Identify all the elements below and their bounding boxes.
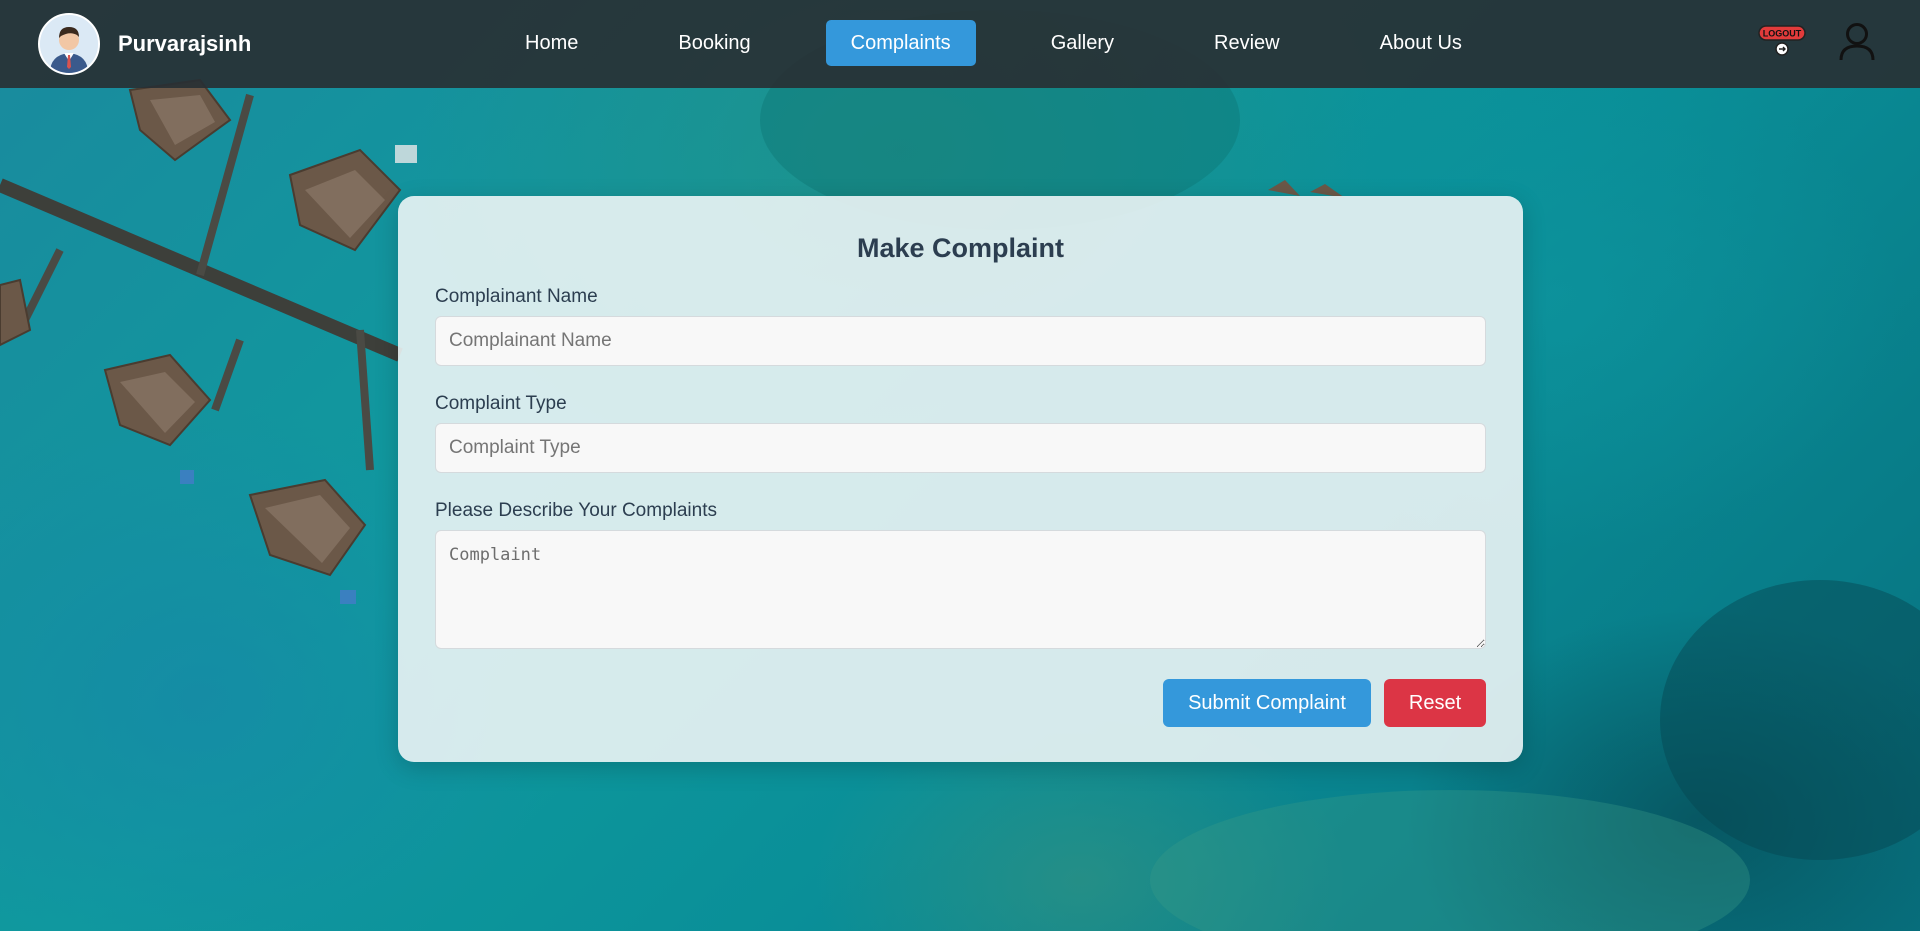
brand: Purvarajsinh — [38, 13, 251, 75]
nav-about-us[interactable]: About Us — [1355, 20, 1487, 66]
complainant-name-label: Complainant Name — [435, 286, 598, 307]
complaint-type-input[interactable] — [435, 423, 1486, 473]
main-nav: Home Booking Complaints Gallery Review A… — [500, 20, 1537, 66]
complainant-name-input[interactable] — [435, 316, 1486, 366]
nav-review[interactable]: Review — [1189, 20, 1305, 66]
user-avatar-icon[interactable] — [38, 13, 100, 75]
logout-icon[interactable]: LOGOUT — [1757, 24, 1809, 58]
nav-booking[interactable]: Booking — [653, 20, 775, 66]
submit-complaint-button[interactable]: Submit Complaint — [1163, 679, 1371, 727]
top-navbar: Purvarajsinh Home Booking Complaints Gal… — [0, 0, 1920, 88]
complaint-form-card: Make Complaint Complainant Name Complain… — [398, 196, 1523, 762]
complaint-type-label: Complaint Type — [435, 393, 567, 414]
nav-complaints[interactable]: Complaints — [825, 20, 976, 66]
nav-home[interactable]: Home — [500, 20, 603, 66]
logout-badge-text: LOGOUT — [1763, 29, 1802, 39]
username-label: Purvarajsinh — [118, 31, 252, 56]
form-title: Make Complaint — [856, 233, 1065, 263]
complaint-description-textarea[interactable] — [435, 530, 1486, 649]
nav-gallery[interactable]: Gallery — [1026, 20, 1139, 66]
user-profile-icon[interactable] — [1838, 22, 1876, 62]
reset-button[interactable]: Reset — [1384, 679, 1486, 727]
form-actions: Submit Complaint Reset — [435, 679, 1486, 727]
complaint-description-label: Please Describe Your Complaints — [435, 500, 717, 521]
